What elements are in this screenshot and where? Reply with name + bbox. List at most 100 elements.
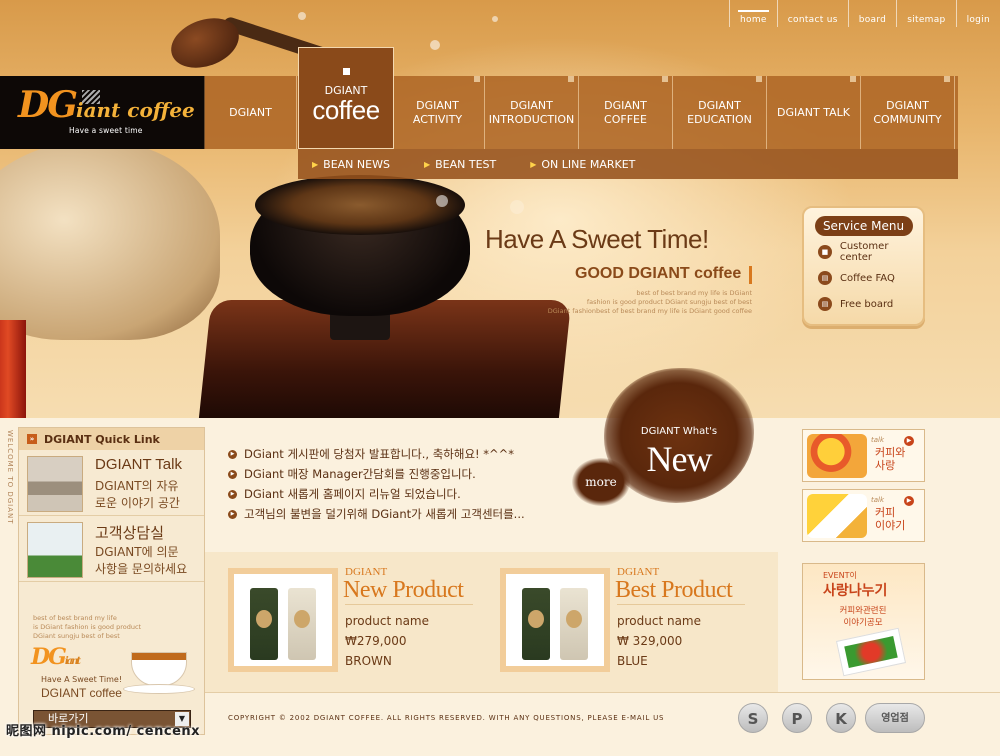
nav-item-coffee-active[interactable]: DGIANT coffee bbox=[298, 47, 394, 149]
subnav-item-bean-news[interactable]: ▶ BEAN NEWS bbox=[312, 158, 390, 171]
product-price: ₩ 329,000 bbox=[617, 634, 683, 648]
service-item-customer-center[interactable]: ■ Customer center bbox=[818, 241, 923, 263]
nav-item-talk[interactable]: DGIANT TALK bbox=[767, 76, 861, 149]
product-section-title[interactable]: Best Product bbox=[615, 577, 733, 604]
talk-line: 이야기 bbox=[875, 519, 906, 532]
strawberries-image bbox=[844, 636, 898, 668]
hero-small-text: best of best brand my life is DGiant fas… bbox=[548, 289, 752, 316]
top-link-board[interactable]: board bbox=[847, 0, 897, 27]
footer: COPYRIGHT © 2002 DGIANT COFFEE. ALL RIGH… bbox=[205, 692, 1000, 756]
top-link-sitemap[interactable]: sitemap bbox=[896, 0, 955, 27]
gift-box-image bbox=[835, 627, 907, 677]
bullet-arrow-icon: ▶ bbox=[228, 469, 237, 479]
quick-item-line: 로운 이야기 공간 bbox=[95, 496, 180, 510]
subnav-item-bean-test[interactable]: ▶ BEAN TEST bbox=[424, 158, 496, 171]
quick-brand-text: DGIANT coffee bbox=[41, 686, 122, 700]
arrow-right-icon: ▶ bbox=[312, 159, 319, 169]
service-item-coffee-faq[interactable]: ▤ Coffee FAQ bbox=[818, 268, 923, 288]
quick-link-header: » DGIANT Quick Link bbox=[19, 428, 204, 450]
quick-link-panel: » DGIANT Quick Link DGIANT Talk DGIANT의 … bbox=[18, 427, 205, 735]
nav-item-introduction[interactable]: DGIANT INTRODUCTION bbox=[485, 76, 579, 149]
subnav-item-online-market[interactable]: ▶ ON LINE MARKET bbox=[530, 158, 635, 171]
red-can-image bbox=[0, 320, 26, 420]
subnav-label: BEAN TEST bbox=[435, 157, 497, 171]
candy-box-image bbox=[807, 434, 867, 478]
nav-item-dgiant[interactable]: DGIANT bbox=[205, 76, 297, 149]
notice-text: DGiant 게시판에 당첨자 발표합니다., 축하해요! *^^* bbox=[244, 447, 515, 461]
best-product-image[interactable] bbox=[500, 568, 610, 672]
notice-item[interactable]: ▶ DGiant 매장 Manager간담회를 진행중입니다. bbox=[228, 464, 525, 484]
watermark-text: 昵图网 nipic.com/ cencenx bbox=[6, 724, 201, 739]
footer-s-button[interactable]: S bbox=[738, 703, 768, 733]
bokeh-light bbox=[430, 40, 440, 50]
notice-list: ▶ DGiant 게시판에 당첨자 발표합니다., 축하해요! *^^* ▶ DGi… bbox=[228, 444, 525, 524]
footer-p-button[interactable]: P bbox=[782, 703, 812, 733]
top-link-login[interactable]: login bbox=[955, 0, 1000, 27]
nav-item-coffee[interactable]: DGIANT COFFEE bbox=[579, 76, 673, 149]
arrow-right-icon: ▶ bbox=[530, 159, 537, 169]
bokeh-light bbox=[298, 12, 306, 20]
bokeh-light bbox=[510, 200, 524, 214]
quick-item-desc: DGIANT에 의문 사항을 문의하세요 bbox=[95, 544, 187, 578]
hero-title: Have A Sweet Time! bbox=[485, 224, 709, 254]
sub-nav: ▶ BEAN NEWS ▶ BEAN TEST ▶ ON LINE MARKET bbox=[298, 149, 958, 179]
quick-item-line: 사항을 문의하세요 bbox=[95, 562, 188, 576]
event-title: 사랑나누기 bbox=[823, 583, 888, 599]
event-line: 커피와관련된 bbox=[839, 606, 887, 616]
event-desc: 커피와관련된 이야기공모 bbox=[813, 605, 913, 629]
service-menu: Service Menu ■ Customer center ▤ Coffee … bbox=[802, 206, 925, 326]
quick-item-line: DGIANT에 의문 bbox=[95, 545, 179, 559]
bokeh-light bbox=[436, 195, 448, 207]
quick-link-item-consult[interactable]: 고객상담실 DGIANT에 의문 사항을 문의하세요 bbox=[19, 516, 204, 582]
quick-small-line: best of best brand my life bbox=[33, 614, 117, 622]
notice-item[interactable]: ▶ DGiant 새롭게 홈페이지 리뉴얼 되었습니다. bbox=[228, 484, 525, 504]
more-button[interactable]: more bbox=[572, 458, 630, 506]
nav-item-education[interactable]: DGIANT EDUCATION bbox=[673, 76, 767, 149]
coffee-sack-image bbox=[0, 140, 220, 340]
top-link-home[interactable]: home bbox=[729, 0, 777, 27]
talk-label: talk bbox=[871, 436, 885, 444]
talk-banner-story[interactable]: talk ▶ 커피 이야기 bbox=[802, 489, 925, 542]
mini-logo-dg: DG bbox=[31, 644, 67, 670]
nav-item-activity[interactable]: DGIANT ACTIVITY bbox=[391, 76, 485, 149]
quick-item-line: DGIANT의 자유 bbox=[95, 479, 179, 493]
notice-item[interactable]: ▶ DGiant 게시판에 당첨자 발표합니다., 축하해요! *^^* bbox=[228, 444, 525, 464]
service-item-free-board[interactable]: ▤ Free board bbox=[818, 294, 923, 314]
site-logo[interactable]: DGiant coffee Have a sweet time bbox=[0, 76, 205, 149]
quick-link-title: DGIANT Quick Link bbox=[44, 432, 160, 446]
product-name: product name bbox=[617, 614, 701, 628]
sofa-thumbnail bbox=[27, 456, 83, 512]
window-thumbnail bbox=[27, 522, 83, 578]
product-color: BROWN bbox=[345, 654, 392, 668]
faq-icon: ▤ bbox=[818, 271, 832, 285]
product-info: product name ₩ 329,000 BLUE bbox=[617, 611, 701, 671]
product-section-title[interactable]: New Product bbox=[343, 577, 464, 604]
notice-item[interactable]: ▶ 고객님의 불변을 덜기위해 DGiant가 새롭게 고객센터를... bbox=[228, 504, 525, 524]
product-color: BLUE bbox=[617, 654, 648, 668]
bullet-arrow-icon: ▶ bbox=[228, 489, 237, 499]
logo-wordmark: DGiant coffee bbox=[18, 84, 195, 126]
nav-item-community[interactable]: DGIANT COMMUNITY bbox=[861, 76, 955, 149]
event-banner[interactable]: EVENT이 사랑나누기 커피와관련된 이야기공모 bbox=[802, 563, 925, 680]
service-item-label: Coffee FAQ bbox=[840, 272, 895, 284]
talk-line: 사랑 bbox=[875, 459, 896, 472]
quick-item-title: 고객상담실 bbox=[95, 525, 165, 542]
welcome-vertical-text: WELCOME TO DGIANT bbox=[6, 430, 14, 525]
logo-tagline: Have a sweet time bbox=[69, 126, 143, 135]
quick-small-line: is DGiant fashion is good product bbox=[33, 623, 142, 631]
new-product-image[interactable] bbox=[228, 568, 338, 672]
quick-link-item-talk[interactable]: DGIANT Talk DGIANT의 자유 로운 이야기 공간 bbox=[19, 450, 204, 516]
talk-label: talk bbox=[871, 496, 885, 504]
product-price: ₩279,000 bbox=[345, 634, 407, 648]
coffee-bag-white bbox=[288, 588, 316, 660]
notice-text: DGiant 매장 Manager간담회를 진행중입니다. bbox=[244, 467, 476, 481]
coffee-bag-green bbox=[522, 588, 550, 660]
footer-k-button[interactable]: K bbox=[826, 703, 856, 733]
top-link-contact[interactable]: contact us bbox=[776, 0, 848, 27]
quick-item-desc: DGIANT의 자유 로운 이야기 공간 bbox=[95, 478, 180, 512]
arrow-right-icon: ▶ bbox=[423, 159, 431, 169]
store-locator-button[interactable]: 영업점 bbox=[865, 703, 925, 733]
talk-banner-love[interactable]: talk ▶ 커피와 사랑 bbox=[802, 429, 925, 482]
double-arrow-icon: » bbox=[27, 434, 37, 444]
service-menu-title: Service Menu bbox=[814, 216, 913, 236]
